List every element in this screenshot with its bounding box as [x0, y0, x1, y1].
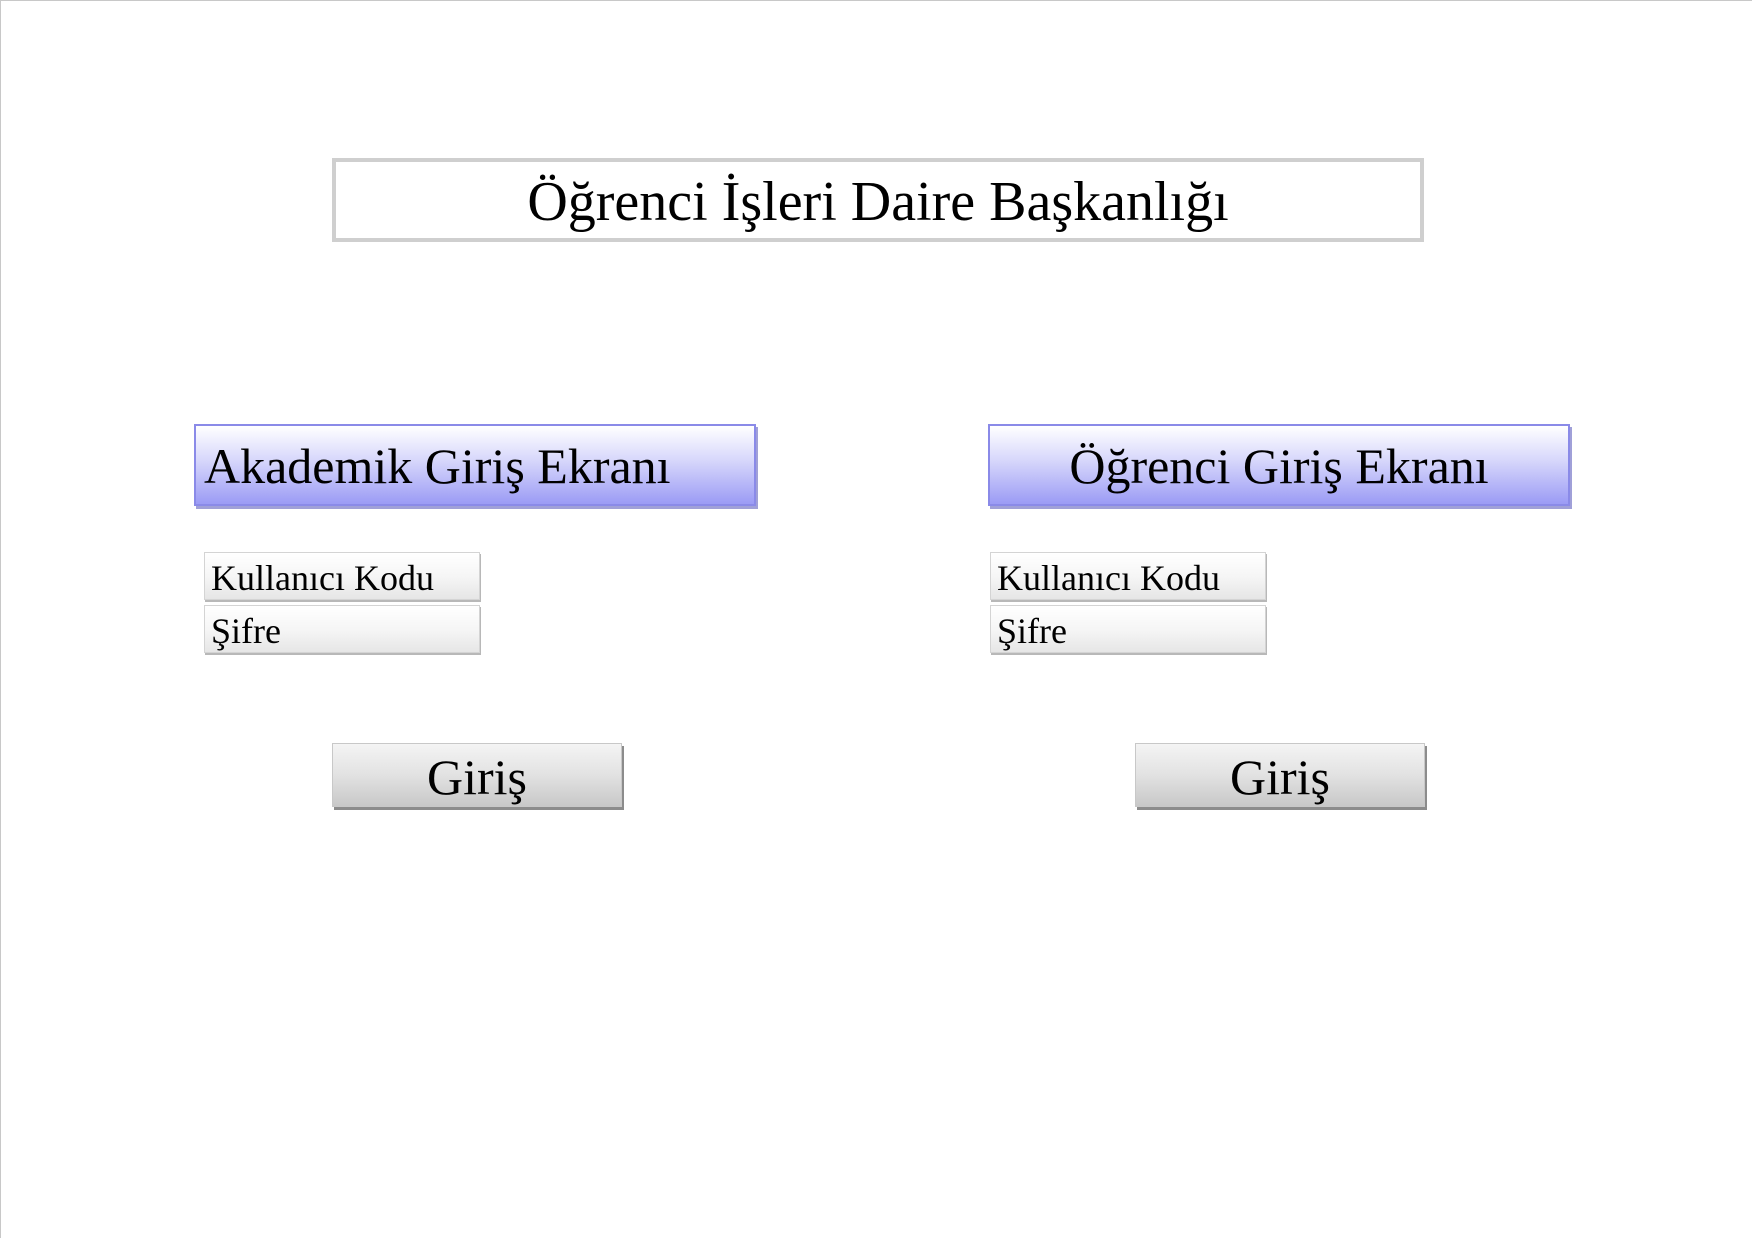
- academic-password-label: Şifre: [211, 611, 281, 651]
- academic-username-label: Kullanıcı Kodu: [211, 558, 434, 598]
- academic-login-header: Akademik Giriş Ekranı: [194, 424, 756, 506]
- academic-login-button[interactable]: Giriş: [332, 743, 622, 807]
- academic-password-field[interactable]: Şifre: [204, 605, 480, 653]
- page-title: Öğrenci İşleri Daire Başkanlığı: [527, 171, 1229, 233]
- student-password-label: Şifre: [997, 611, 1067, 651]
- student-login-button-label: Giriş: [1230, 749, 1330, 805]
- academic-username-field[interactable]: Kullanıcı Kodu: [204, 552, 480, 600]
- student-username-field[interactable]: Kullanıcı Kodu: [990, 552, 1266, 600]
- student-login-header-text: Öğrenci Giriş Ekranı: [1069, 438, 1489, 494]
- student-password-field[interactable]: Şifre: [990, 605, 1266, 653]
- student-username-label: Kullanıcı Kodu: [997, 558, 1220, 598]
- page-title-box: Öğrenci İşleri Daire Başkanlığı: [332, 158, 1424, 242]
- student-login-header: Öğrenci Giriş Ekranı: [988, 424, 1570, 506]
- academic-login-button-label: Giriş: [427, 749, 527, 805]
- academic-login-header-text: Akademik Giriş Ekranı: [204, 438, 671, 494]
- student-login-button[interactable]: Giriş: [1135, 743, 1425, 807]
